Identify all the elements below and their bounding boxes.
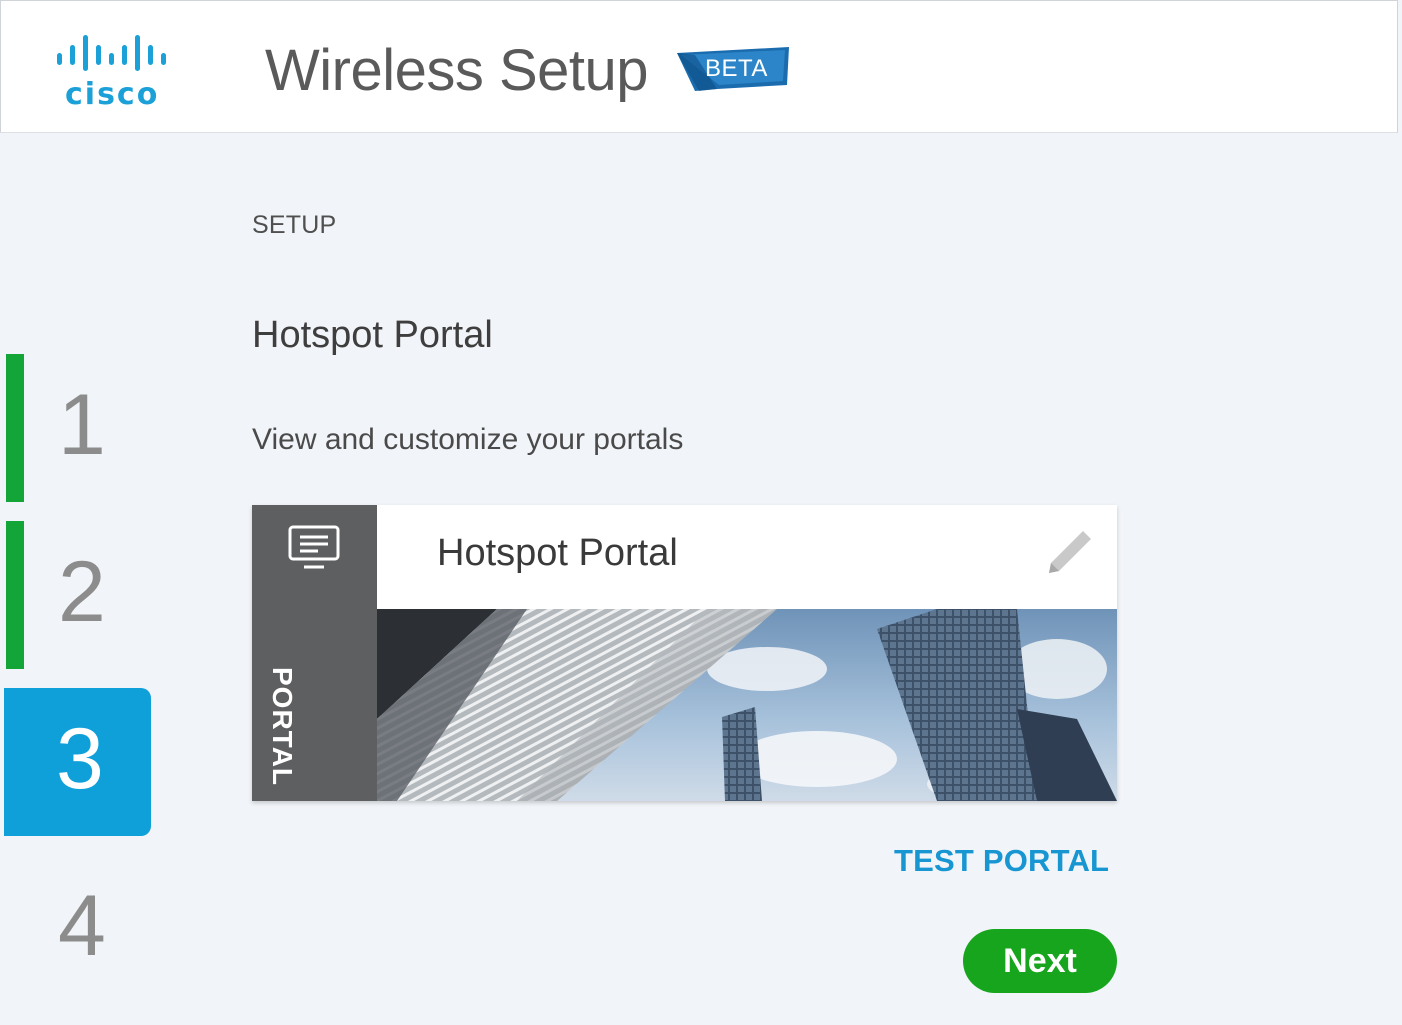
page-subtitle: View and customize your portals <box>252 423 684 456</box>
section-label: SETUP <box>252 211 337 239</box>
cisco-wordmark: cisco <box>65 77 160 112</box>
beta-badge: BETA <box>677 47 792 93</box>
app-header: cisco Wireless Setup BETA <box>0 0 1398 133</box>
beta-label: BETA <box>705 55 768 82</box>
step-4[interactable]: 4 <box>6 855 151 1003</box>
portal-side-label: PORTAL <box>267 667 298 787</box>
step-number: 2 <box>58 544 106 640</box>
portal-card-sidebar: PORTAL <box>252 505 377 801</box>
app-title: Wireless Setup <box>265 38 649 103</box>
portal-card[interactable]: PORTAL Hotspot Portal <box>252 505 1117 801</box>
portal-card-title: Hotspot Portal <box>437 532 678 574</box>
step-complete-indicator <box>6 354 24 502</box>
monitor-icon <box>288 525 340 569</box>
step-number: 1 <box>58 377 106 473</box>
step-3-active[interactable]: 3 <box>4 688 151 836</box>
step-number: 3 <box>56 711 104 807</box>
step-number: 4 <box>58 878 106 974</box>
page-title: Hotspot Portal <box>252 314 493 356</box>
portal-banner-image <box>377 609 1117 801</box>
cisco-bars-icon <box>57 35 166 71</box>
portal-side-label-wrap: PORTAL <box>258 667 298 793</box>
step-1[interactable]: 1 <box>6 354 151 502</box>
test-portal-link[interactable]: TEST PORTAL <box>894 843 1109 879</box>
step-complete-indicator <box>6 521 24 669</box>
pencil-icon[interactable] <box>1045 527 1095 577</box>
next-button[interactable]: Next <box>963 929 1117 993</box>
cisco-logo: cisco <box>53 33 183 113</box>
step-2[interactable]: 2 <box>6 521 151 669</box>
